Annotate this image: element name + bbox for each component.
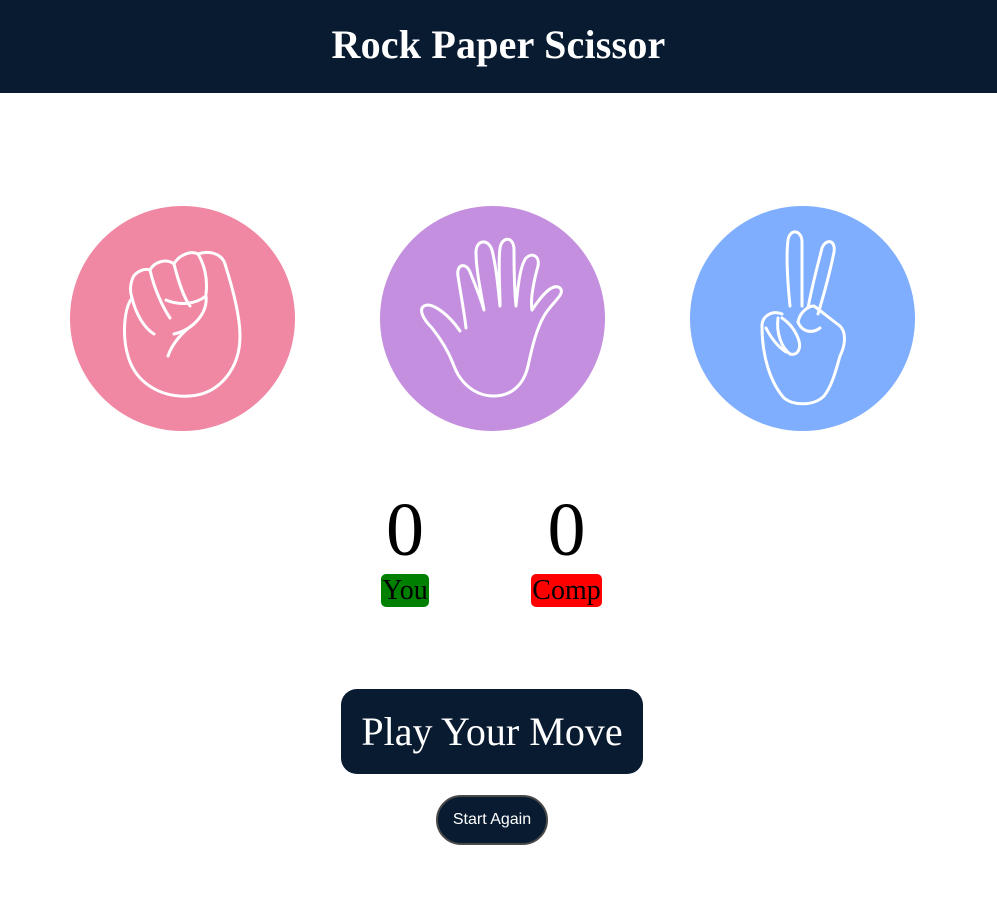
open-hand-icon: [420, 237, 563, 398]
paper-choice[interactable]: [380, 206, 605, 431]
rock-choice[interactable]: [70, 206, 295, 431]
start-again-button[interactable]: Start Again: [436, 795, 548, 845]
header-bar: Rock Paper Scissor: [0, 0, 997, 93]
scissor-choice[interactable]: [690, 206, 915, 431]
peace-hand-icon: [760, 230, 846, 406]
comp-score: 0: [547, 488, 586, 572]
user-score-panel: 0 You: [380, 487, 430, 607]
comp-score-panel: 0 Comp: [530, 487, 603, 607]
page-title: Rock Paper Scissor: [331, 22, 666, 67]
user-score: 0: [386, 488, 424, 572]
user-score-label: You: [381, 574, 429, 607]
comp-score-label: Comp: [531, 574, 602, 607]
message-box: Play Your Move: [341, 689, 643, 774]
fist-icon: [123, 250, 242, 398]
